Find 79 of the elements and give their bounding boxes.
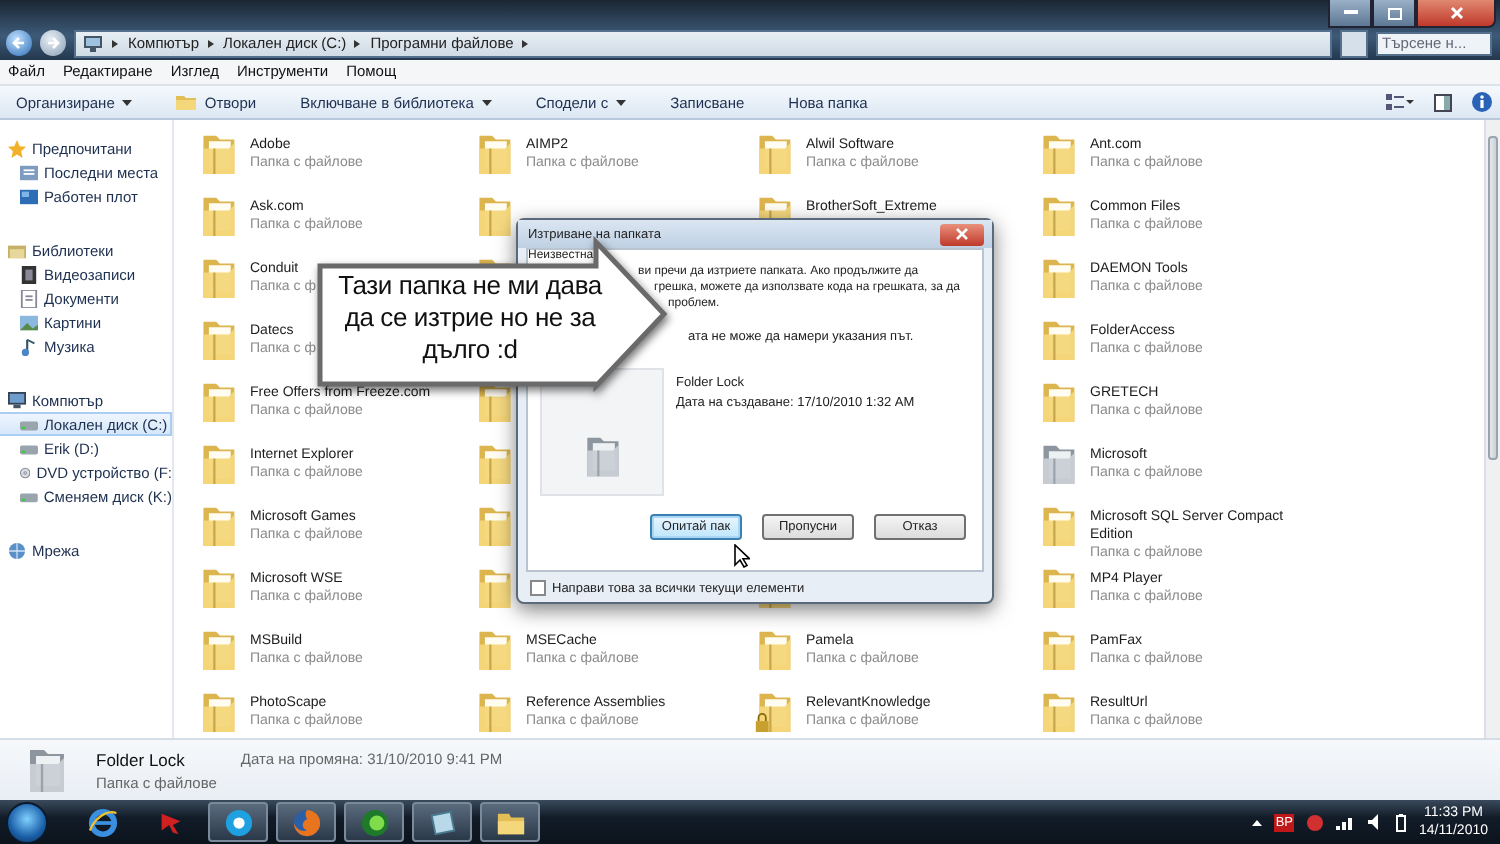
callout-text: Тази папка не ми дава да се изтрие но не за дълго :d xyxy=(336,270,605,366)
checkbox[interactable] xyxy=(530,580,546,596)
picture-icon xyxy=(20,313,38,332)
folder-icon xyxy=(1038,254,1078,303)
close-icon xyxy=(1449,6,1463,20)
forward-button[interactable] xyxy=(40,30,66,56)
taskbar-button[interactable] xyxy=(344,802,404,843)
folder-icon xyxy=(474,440,514,489)
folder-icon xyxy=(474,502,514,551)
folder-icon xyxy=(198,626,238,675)
back-arrow-icon xyxy=(12,36,26,50)
film-icon xyxy=(20,265,38,284)
close-button[interactable] xyxy=(1416,0,1496,28)
battery-icon[interactable] xyxy=(1396,813,1407,832)
folder-icon xyxy=(474,192,514,241)
folder-icon xyxy=(198,316,238,365)
folder-icon xyxy=(474,688,514,737)
view-icon[interactable] xyxy=(1386,94,1414,111)
folder-icon xyxy=(474,564,514,613)
forward-arrow-icon xyxy=(46,36,60,50)
folder-icon xyxy=(198,502,238,551)
folder-icon xyxy=(198,378,238,427)
folder-icon xyxy=(198,254,238,303)
desktop-icon xyxy=(20,187,38,206)
folder-icon xyxy=(198,564,238,613)
folder-icon xyxy=(754,130,794,179)
folder-icon xyxy=(198,440,238,489)
folder-icon xyxy=(1038,626,1078,675)
computer-icon xyxy=(84,35,102,51)
start-button[interactable] xyxy=(6,801,48,844)
folder-icon xyxy=(1038,502,1078,551)
folder-icon xyxy=(1038,564,1078,613)
scrollbar[interactable] xyxy=(1484,120,1500,739)
folder-icon xyxy=(754,626,794,675)
network-icon xyxy=(8,541,26,560)
taskbar-button[interactable] xyxy=(208,802,268,843)
drive-icon xyxy=(20,415,38,434)
maximize-button[interactable] xyxy=(1372,0,1416,28)
document-icon xyxy=(20,289,38,308)
folder-icon xyxy=(474,626,514,675)
folder-icon xyxy=(198,130,238,179)
close-icon xyxy=(956,228,968,240)
folder-icon xyxy=(1038,688,1078,737)
disc-icon xyxy=(20,463,31,482)
folder-icon xyxy=(1038,316,1078,365)
maximize-icon xyxy=(1387,7,1401,19)
taskbar-button[interactable] xyxy=(412,802,472,843)
chat-icon xyxy=(223,807,253,838)
taskbar-button[interactable] xyxy=(276,802,336,843)
library-icon xyxy=(8,241,26,260)
pane-icon[interactable] xyxy=(1434,93,1452,112)
tray-app-icon[interactable] xyxy=(1306,813,1325,832)
star-icon xyxy=(8,139,26,158)
folder-icon xyxy=(1038,192,1078,241)
music-icon xyxy=(20,337,38,356)
places-icon xyxy=(20,163,38,182)
taskbar-button[interactable] xyxy=(480,802,540,843)
item-name: Folder Lock xyxy=(96,750,187,771)
back-button[interactable] xyxy=(6,30,32,56)
folder-icon xyxy=(1038,130,1078,179)
media-icon xyxy=(359,807,389,838)
folder-icon xyxy=(198,192,238,241)
notes-icon xyxy=(427,807,457,838)
minimize-icon xyxy=(1343,10,1357,16)
refresh-button[interactable] xyxy=(1340,29,1368,57)
firefox-icon xyxy=(291,807,321,838)
help-icon[interactable] xyxy=(1472,92,1492,113)
locked-folder-icon xyxy=(754,688,794,737)
drive-icon xyxy=(20,487,38,506)
browser-icon xyxy=(87,807,117,838)
folder-icon xyxy=(1038,378,1078,427)
drive-icon xyxy=(20,439,38,458)
folder-icon xyxy=(198,688,238,737)
computer-icon xyxy=(8,391,26,410)
folder-icon xyxy=(1038,440,1078,489)
signal-icon[interactable] xyxy=(1336,814,1357,831)
arrow-up-icon[interactable] xyxy=(1251,819,1262,826)
minimize-button[interactable] xyxy=(1328,0,1372,28)
folder-icon xyxy=(474,130,514,179)
